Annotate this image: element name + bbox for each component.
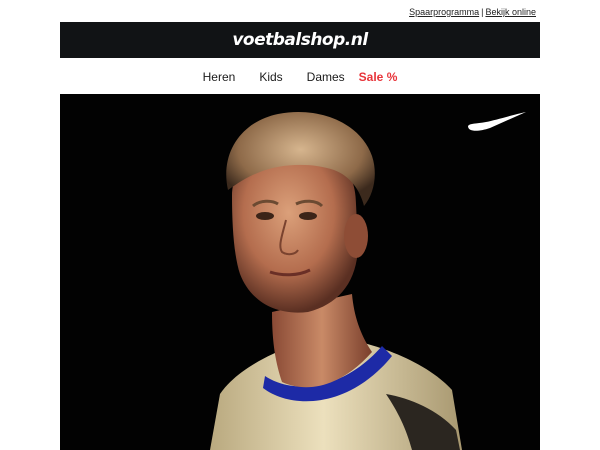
hero-banner[interactable] [60, 94, 540, 450]
nav-item-heren[interactable]: Heren [203, 70, 236, 84]
top-links: Spaarprogramma | Bekijk online [409, 7, 536, 17]
savings-program-link[interactable]: Spaarprogramma [409, 7, 479, 17]
nike-swoosh-icon [468, 112, 526, 131]
top-links-separator: | [481, 7, 484, 17]
view-online-link[interactable]: Bekijk online [485, 7, 536, 17]
player-eye-left [256, 212, 274, 220]
nav-item-dames[interactable]: Dames [307, 70, 345, 84]
player-eye-right [299, 212, 317, 220]
nav-item-kids[interactable]: Kids [259, 70, 282, 84]
hero-image [210, 111, 462, 450]
player-ear [344, 214, 368, 258]
main-nav: Heren Kids Dames Sale % [60, 67, 540, 87]
brand-logo[interactable]: voetbalshop.nl [60, 22, 540, 58]
nav-item-sale[interactable]: Sale % [359, 70, 398, 84]
header-bar: voetbalshop.nl [60, 22, 540, 58]
